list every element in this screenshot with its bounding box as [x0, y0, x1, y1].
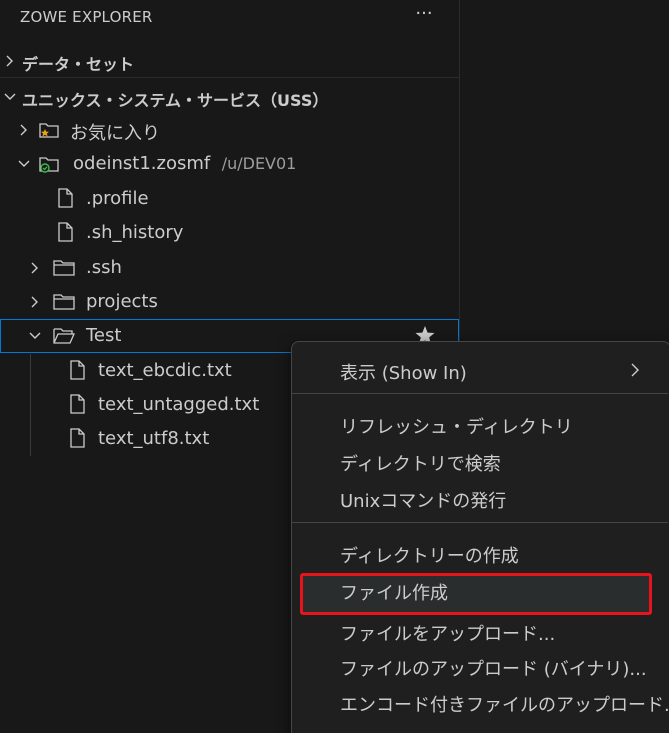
menu-separator: [292, 522, 668, 523]
chevron-right-icon: [2, 53, 18, 69]
panel-title: ZOWE EXPLORER: [20, 8, 153, 26]
file-icon: [67, 427, 87, 449]
menu-item-label: ディレクトリで検索: [340, 454, 501, 475]
file-icon: [67, 393, 87, 415]
menu-item-label: ファイルのアップロード (バイナリ)...: [340, 659, 647, 680]
tree-item-file[interactable]: .sh_history: [0, 216, 459, 250]
section-uss-label: ユニックス・システム・サービス（USS）: [22, 91, 329, 110]
folder-icon: [52, 291, 75, 313]
tree-item-label: projects: [86, 291, 158, 312]
folder-star-icon: [38, 119, 59, 141]
menu-item-label: ディレクトリーの作成: [340, 546, 519, 567]
menu-item-label: パ: [340, 728, 358, 733]
tree-item-label: .ssh: [86, 257, 122, 278]
folder-check-icon: [38, 153, 59, 175]
menu-item-upload-files-binary[interactable]: ファイルのアップロード (バイナリ)...: [300, 649, 660, 683]
menu-item-label: エンコード付きファイルのアップロード...: [340, 695, 669, 716]
menu-item-issue-unix-command[interactable]: Unixコマンドの発行: [300, 481, 660, 515]
menu-item-create-file[interactable]: ファイル作成: [300, 573, 652, 615]
chevron-down-icon: [16, 156, 32, 172]
file-icon: [67, 359, 87, 381]
menu-item-show-in[interactable]: 表示 (Show In): [300, 353, 660, 387]
tree-item-label: .sh_history: [86, 222, 184, 243]
tree-item-label: Test: [86, 325, 122, 346]
menu-item-label: ファイル作成: [340, 583, 448, 604]
section-uss[interactable]: ユニックス・システム・サービス（USS）: [0, 80, 459, 114]
chevron-down-icon: [27, 328, 43, 344]
menu-separator: [292, 393, 668, 394]
file-icon: [55, 187, 75, 209]
menu-item-create-directory[interactable]: ディレクトリーの作成: [300, 536, 660, 570]
tree-item-label: text_utf8.txt: [98, 428, 210, 449]
chevron-right-icon: [628, 361, 642, 379]
menu-item-search-in-directory[interactable]: ディレクトリで検索: [300, 444, 660, 478]
panel-header: ZOWE EXPLORER ···: [0, 0, 459, 36]
profile-path-description: /u/DEV01: [221, 154, 297, 173]
menu-item-label: リフレッシュ・ディレクトリ: [340, 417, 573, 438]
zowe-explorer-window: ZOWE EXPLORER ··· データ・セット ユニックス・システム・サービ…: [0, 0, 669, 733]
tree-item-label: .profile: [86, 188, 149, 209]
tree-item-favorites[interactable]: お気に入り: [0, 113, 459, 147]
folder-icon: [52, 257, 75, 279]
tree-item-label: odeinst1.zosmf /u/DEV01: [73, 153, 297, 174]
menu-item-label: 表示 (Show In): [340, 363, 467, 384]
chevron-right-icon: [27, 260, 43, 276]
tree-item-folder[interactable]: projects: [0, 285, 459, 319]
file-icon: [55, 221, 75, 243]
menu-item-label: ファイルをアップロード...: [340, 624, 556, 645]
tree-item-label: お気に入り: [70, 123, 160, 144]
section-dataset-label: データ・セット: [22, 55, 135, 74]
chevron-right-icon: [27, 294, 43, 310]
chevron-down-icon: [2, 89, 18, 105]
menu-item-upload-files[interactable]: ファイルをアップロード...: [300, 614, 660, 648]
folder-open-icon: [52, 325, 76, 347]
tree-item-profile[interactable]: odeinst1.zosmf /u/DEV01: [0, 147, 459, 181]
menu-item-truncated[interactable]: パ: [300, 722, 660, 733]
tree-item-label: text_ebcdic.txt: [98, 360, 232, 381]
menu-item-label: Unixコマンドの発行: [340, 491, 507, 512]
tree-item-folder[interactable]: .ssh: [0, 251, 459, 285]
tree-item-file[interactable]: .profile: [0, 182, 459, 216]
menu-item-upload-with-encoding[interactable]: エンコード付きファイルのアップロード...: [300, 685, 669, 719]
context-menu: 表示 (Show In) リフレッシュ・ディレクトリ ディレクトリで検索 Uni…: [291, 341, 669, 733]
section-dataset[interactable]: データ・セット: [0, 44, 459, 78]
menu-item-refresh-directory[interactable]: リフレッシュ・ディレクトリ: [300, 407, 660, 441]
ellipsis-icon[interactable]: ···: [410, 4, 438, 28]
tree-item-label: text_untagged.txt: [98, 394, 260, 415]
chevron-right-icon: [16, 122, 32, 138]
